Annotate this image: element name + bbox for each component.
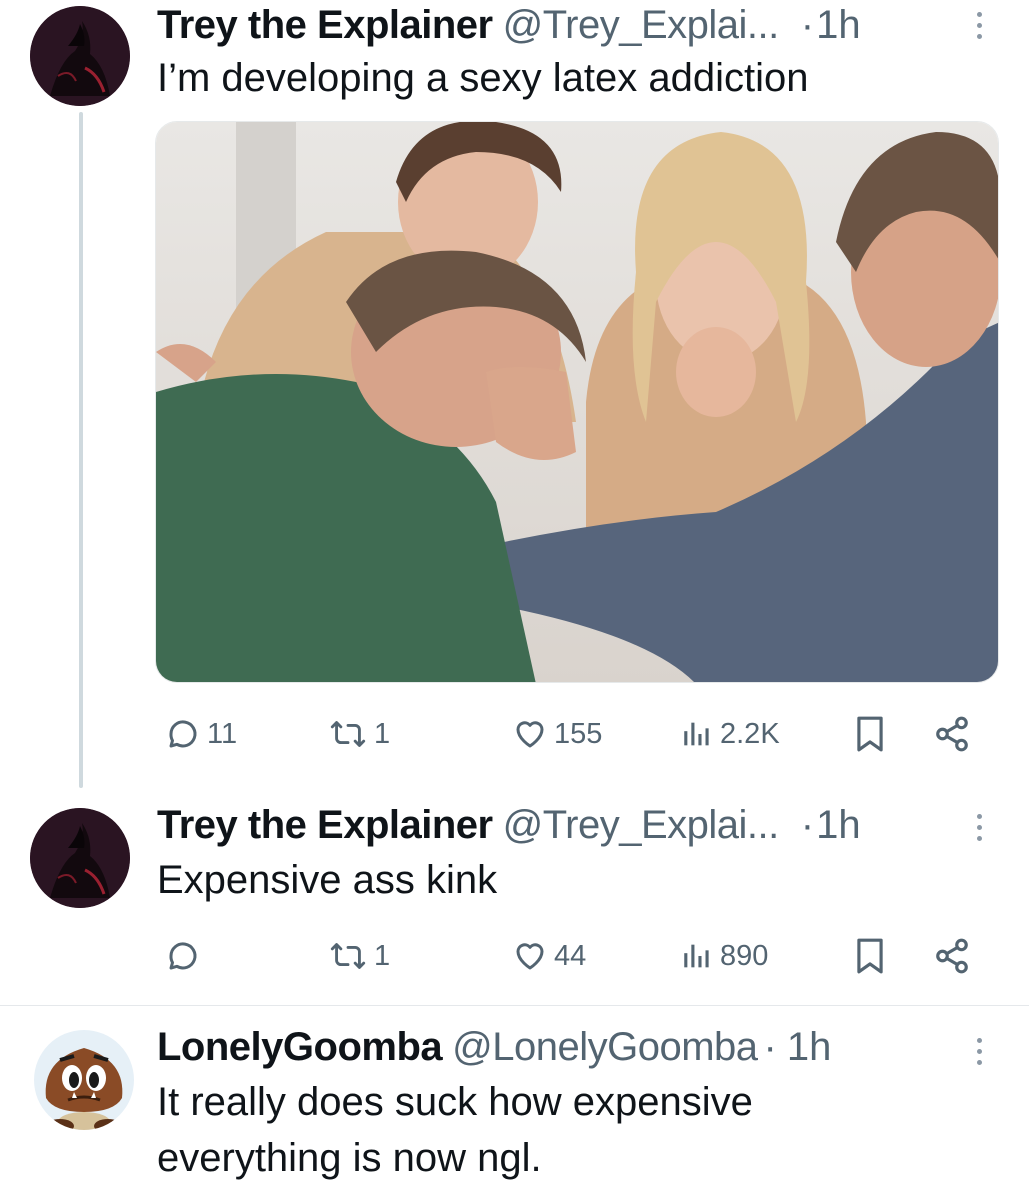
bookmark-icon: [857, 938, 883, 974]
views-count: 890: [720, 939, 769, 972]
views-count: 2.2K: [720, 717, 780, 750]
tweet-divider: [0, 1005, 1029, 1006]
author-name[interactable]: LonelyGoomba: [157, 1022, 443, 1072]
tweet-header: Trey the Explainer @Trey_Explai... · 1h: [157, 800, 989, 850]
author-name[interactable]: Trey the Explainer: [157, 800, 493, 850]
bookmark-button[interactable]: [853, 934, 887, 978]
bookmark-button[interactable]: [853, 712, 887, 756]
timestamp[interactable]: 1h: [816, 800, 861, 850]
group-support-photo-icon: [156, 122, 998, 682]
reply-button[interactable]: 11: [165, 712, 237, 756]
tweet-text: Expensive ass kink: [157, 858, 498, 902]
tweet-text-line: everything is now ngl.: [157, 1136, 542, 1180]
more-icon[interactable]: [969, 0, 989, 50]
share-button[interactable]: [933, 712, 971, 756]
separator-dot: ·: [800, 803, 815, 847]
like-button[interactable]: 155: [512, 712, 602, 756]
author-handle[interactable]: @Trey_Explai...: [503, 800, 780, 850]
dark-figure-avatar-icon: [30, 808, 130, 908]
tweet-text: It really does suck how expensive everyt…: [157, 1074, 989, 1186]
goomba-avatar-icon: [34, 1030, 134, 1130]
retweet-count: 1: [374, 939, 391, 972]
separator-dot: ·: [763, 1025, 777, 1069]
more-icon[interactable]: [969, 1026, 989, 1076]
reply-icon: [169, 720, 197, 748]
reply-icon: [169, 942, 197, 970]
heart-icon: [516, 721, 544, 748]
author-avatar[interactable]: [30, 808, 130, 908]
tweet-actions: 11 1 155 2.2K: [0, 712, 1029, 756]
tweet-header: Trey the Explainer @Trey_Explai... · 1h: [157, 0, 989, 50]
tweet-3[interactable]: LonelyGoomba @LonelyGoomba · 1h It reall…: [0, 1022, 1029, 1200]
separator-dot: ·: [800, 3, 815, 47]
more-icon[interactable]: [969, 802, 989, 852]
views-button[interactable]: 890: [680, 934, 768, 978]
bookmark-icon: [857, 716, 883, 752]
reply-button[interactable]: [165, 934, 207, 978]
author-avatar[interactable]: [30, 6, 130, 106]
like-count: 155: [554, 717, 603, 750]
share-button[interactable]: [933, 934, 971, 978]
tweet-text-line: It really does suck how expensive: [157, 1080, 753, 1124]
views-icon: [684, 944, 709, 968]
author-handle[interactable]: @Trey_Explai...: [503, 0, 780, 50]
views-icon: [684, 722, 709, 746]
timestamp[interactable]: 1h: [787, 1022, 832, 1072]
dark-figure-avatar-icon: [30, 6, 130, 106]
like-button[interactable]: 44: [512, 934, 586, 978]
like-count: 44: [554, 939, 587, 972]
tweet-text: I’m developing a sexy latex addiction: [157, 56, 809, 100]
heart-icon: [516, 943, 544, 970]
timestamp[interactable]: 1h: [816, 0, 861, 50]
views-button[interactable]: 2.2K: [680, 712, 780, 756]
thread-line: [79, 112, 83, 788]
retweet-icon: [330, 721, 366, 747]
tweet-header: LonelyGoomba @LonelyGoomba · 1h: [157, 1022, 989, 1072]
retweet-count: 1: [374, 717, 391, 750]
tweet-actions: 1 44 890: [0, 934, 1029, 978]
share-icon: [936, 938, 968, 974]
share-icon: [936, 716, 968, 752]
tweet-2[interactable]: Trey the Explainer @Trey_Explai... · 1h …: [0, 800, 1029, 1005]
author-name[interactable]: Trey the Explainer: [157, 0, 493, 50]
retweet-icon: [330, 943, 366, 969]
retweet-button[interactable]: 1: [328, 934, 390, 978]
reply-count: 11: [207, 717, 238, 750]
author-avatar[interactable]: [34, 1030, 134, 1130]
retweet-button[interactable]: 1: [328, 712, 390, 756]
tweet-media[interactable]: [155, 121, 999, 683]
author-handle[interactable]: @LonelyGoomba: [452, 1022, 758, 1072]
tweet-1[interactable]: Trey the Explainer @Trey_Explai... · 1h …: [0, 0, 1029, 790]
